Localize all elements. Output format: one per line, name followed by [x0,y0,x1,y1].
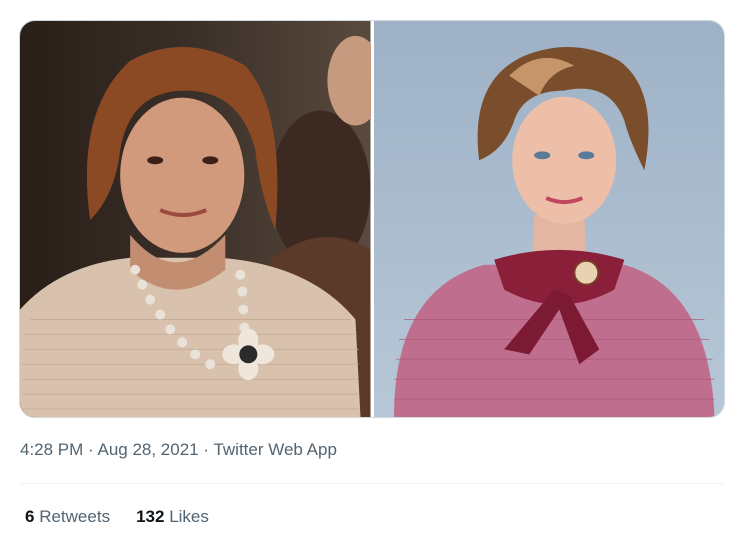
tweet-stats: 6 Retweets 132 Likes [25,507,209,527]
retweets-label: Retweets [39,507,111,526]
tweet-metadata: 4:28 PM · Aug 28, 2021 · Twitter Web App [20,440,337,460]
likes-count: 132 [136,507,165,526]
retweets-count: 6 [25,507,35,526]
meta-separator: · [198,440,214,459]
retweets-stat[interactable]: 6 Retweets [25,507,110,527]
tweet-media-grid [19,20,725,418]
tweet-source: Twitter Web App [213,440,337,459]
divider [20,483,725,484]
likes-stat[interactable]: 132 Likes [136,507,209,527]
photo-left-image [20,21,371,417]
photo-left[interactable] [20,21,371,417]
photo-right-image [373,21,724,417]
photo-right[interactable] [373,21,724,417]
meta-separator: · [83,440,98,459]
tweet-timestamp-link[interactable]: 4:28 PM · Aug 28, 2021 [20,440,199,459]
tweet-date: Aug 28, 2021 [97,440,199,459]
likes-label: Likes [169,507,209,526]
tweet-time: 4:28 PM [20,440,84,459]
